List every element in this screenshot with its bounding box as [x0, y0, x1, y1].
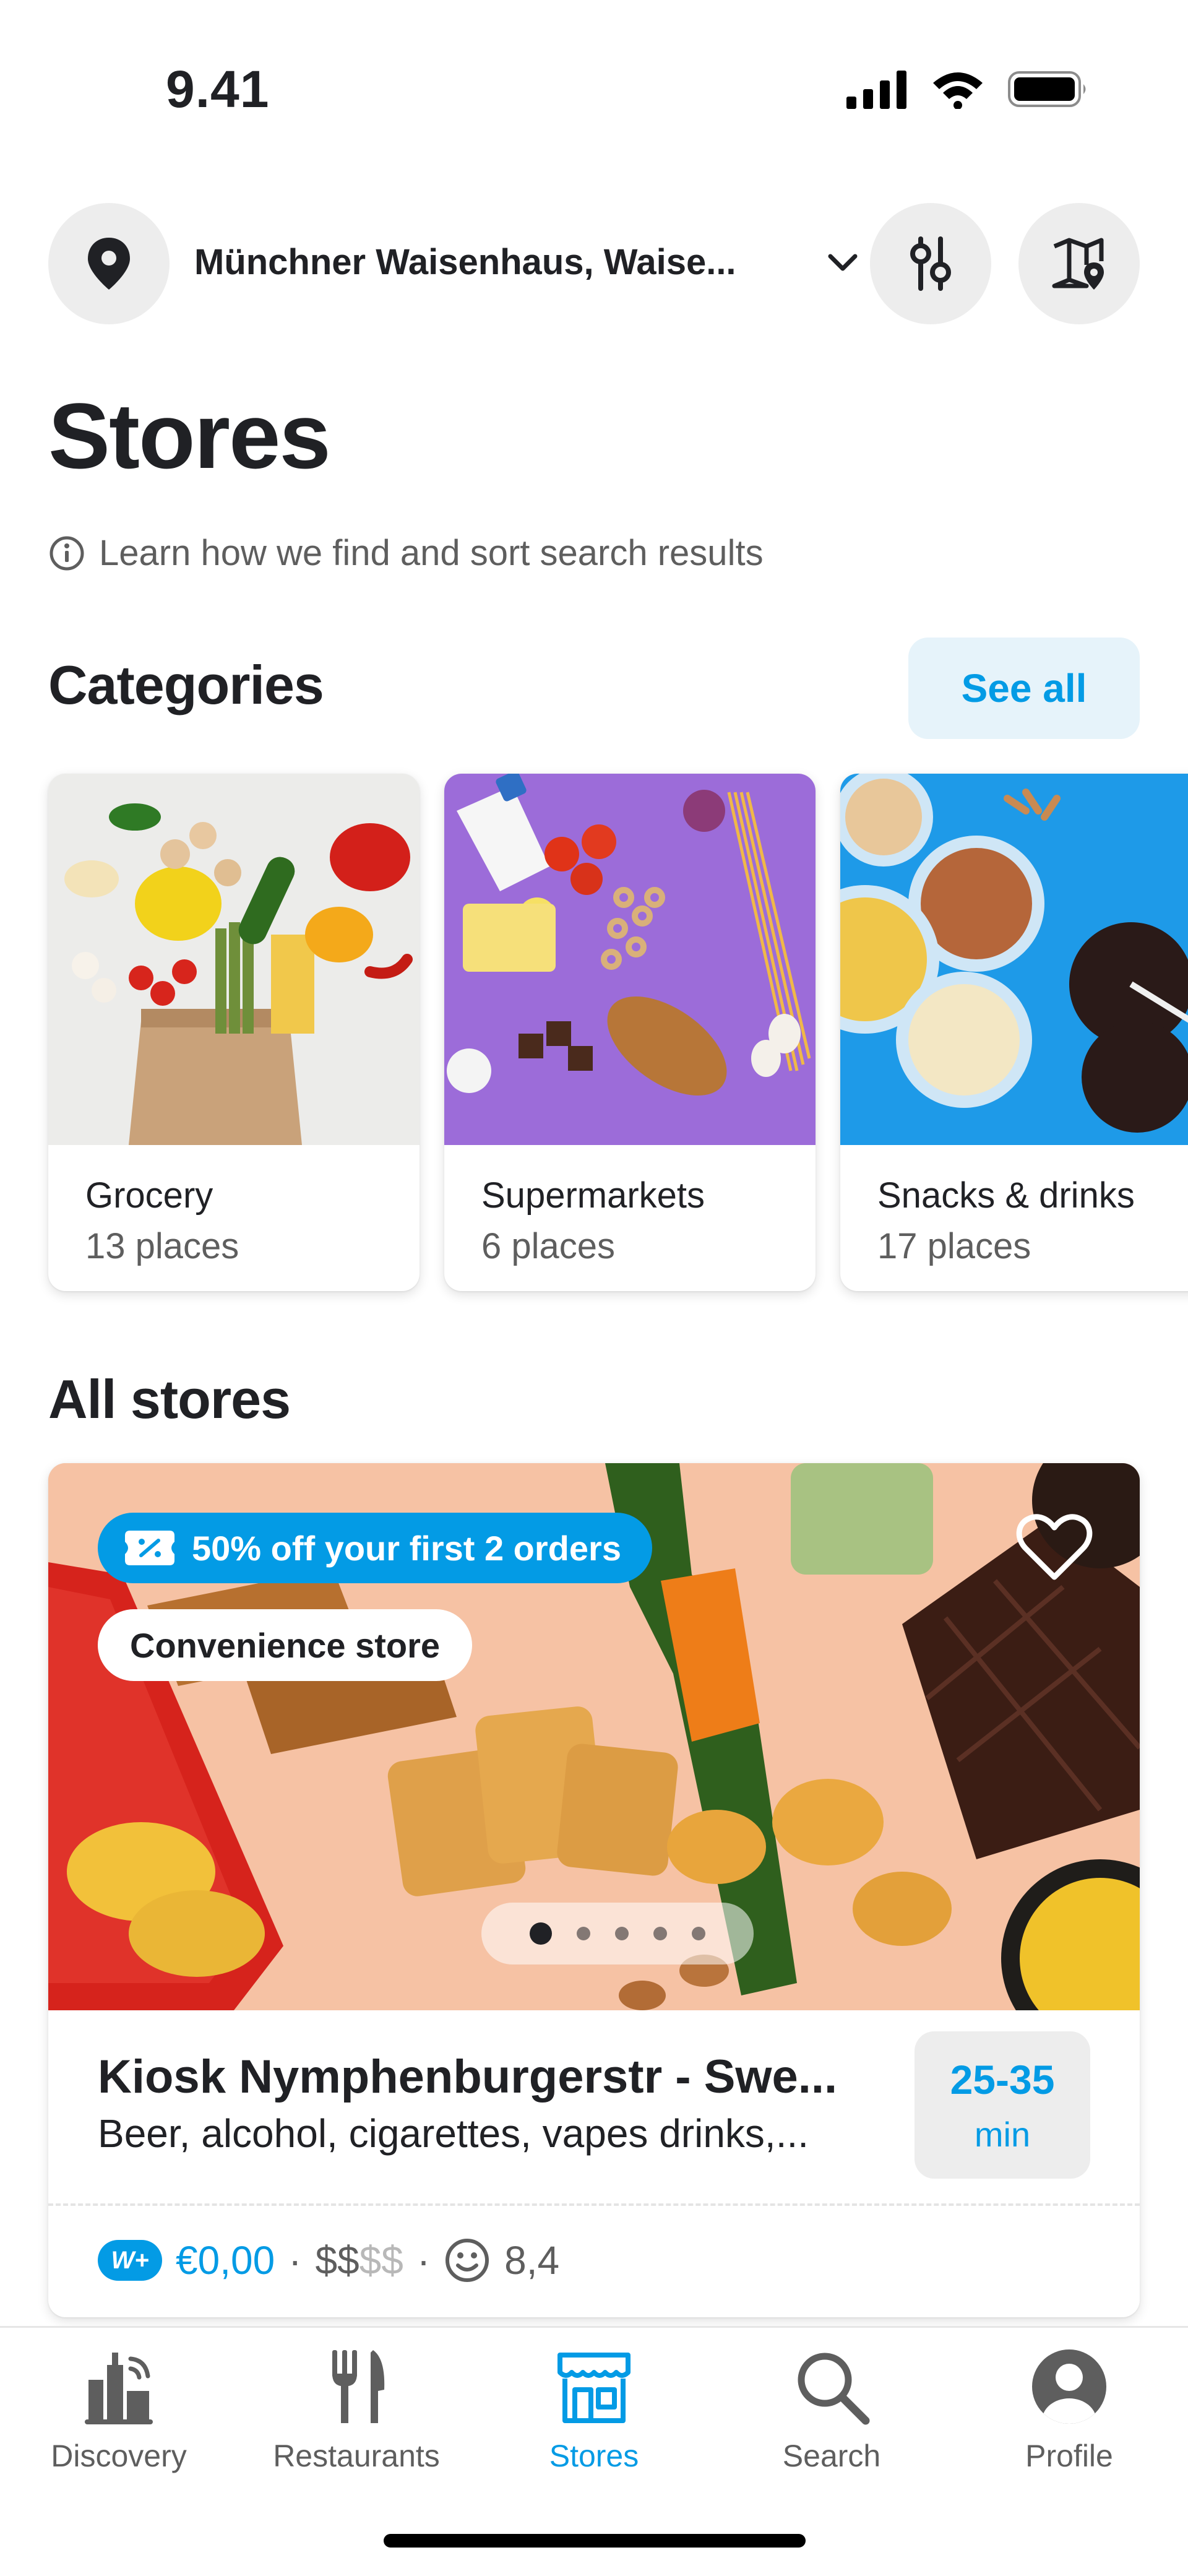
home-indicator: [384, 2534, 806, 2548]
eta-range: 25-35: [950, 2056, 1055, 2103]
carousel-dot[interactable]: [577, 1927, 590, 1940]
search-icon: [798, 2353, 870, 2425]
category-name: Snacks & drinks: [877, 1175, 1135, 1216]
status-time: 9.41: [166, 60, 270, 118]
nav-restaurants[interactable]: Restaurants: [238, 2346, 475, 2474]
nav-label: Profile: [1025, 2439, 1113, 2473]
store-tags: Beer, alcohol, cigarettes, vapes drinks,…: [98, 2111, 809, 2156]
category-card-grocery[interactable]: Grocery 13 places: [48, 774, 420, 1291]
eta-unit: min: [974, 2114, 1031, 2154]
discount-icon: [125, 1531, 174, 1565]
delivery-fee: €0,00: [176, 2238, 275, 2283]
see-all-button[interactable]: See all: [908, 638, 1140, 739]
nav-discovery[interactable]: Discovery: [0, 2346, 238, 2474]
store-meta: W+ €0,00 · $$$$ · 8,4: [98, 2237, 559, 2284]
category-card-snacks-drinks[interactable]: Snacks & drinks 17 places: [840, 774, 1188, 1291]
delivery-eta: 25-35 min: [915, 2031, 1090, 2179]
wifi-icon: [933, 72, 983, 109]
carousel-dot[interactable]: [692, 1927, 705, 1940]
store-card[interactable]: 50% off your first 2 orders Convenience …: [48, 1463, 1140, 2317]
carousel-dot[interactable]: [653, 1927, 667, 1940]
category-count: 6 places: [481, 1226, 616, 1266]
location-pin-icon: [88, 238, 130, 290]
store-image: 50% off your first 2 orders Convenience …: [48, 1463, 1140, 2010]
category-count: 13 places: [85, 1226, 239, 1266]
filter-sliders-icon: [910, 236, 951, 291]
carousel-dots[interactable]: [481, 1903, 754, 1964]
discovery-icon: [85, 2353, 153, 2424]
nav-profile[interactable]: Profile: [950, 2346, 1188, 2474]
promo-badge: 50% off your first 2 orders: [98, 1513, 652, 1583]
category-image-snacks-drinks: [840, 774, 1188, 1145]
carousel-dot[interactable]: [615, 1927, 629, 1940]
store-icon: [557, 2353, 631, 2423]
category-name: Grocery: [85, 1175, 213, 1216]
header-row: Münchner Waisenhaus, Waise...: [48, 203, 1140, 324]
carousel-dot[interactable]: [530, 1922, 552, 1945]
all-stores-title: All stores: [48, 1368, 291, 1430]
wolt-plus-badge: W+: [98, 2240, 162, 2281]
fork-knife-icon: [332, 2350, 385, 2423]
price-level: $$$$: [315, 2237, 403, 2283]
price-level-inactive: $$: [359, 2238, 403, 2283]
battery-icon: [1008, 71, 1086, 107]
store-rating: 8,4: [504, 2238, 560, 2283]
store-name: Kiosk Nymphenburgerstr - Swe...: [98, 2051, 838, 2103]
nav-label: Search: [782, 2439, 881, 2473]
smiley-icon: [446, 2239, 489, 2282]
promo-text: 50% off your first 2 orders: [192, 1528, 621, 1568]
heart-icon[interactable]: [1016, 1513, 1093, 1582]
nav-label: Stores: [549, 2439, 639, 2473]
divider: [48, 2203, 1140, 2206]
nav-label: Restaurants: [273, 2439, 440, 2473]
category-name: Supermarkets: [481, 1175, 705, 1216]
category-count: 17 places: [877, 1226, 1031, 1266]
info-icon: [50, 536, 84, 570]
filter-button[interactable]: [870, 203, 991, 324]
location-text[interactable]: Münchner Waisenhaus, Waise...: [194, 241, 736, 283]
separator: ·: [288, 2238, 302, 2283]
status-icons: [846, 69, 1089, 109]
nav-stores[interactable]: Stores: [475, 2346, 713, 2474]
store-type-badge: Convenience store: [98, 1609, 473, 1681]
signal-icon: [846, 71, 906, 109]
categories-title: Categories: [48, 654, 324, 715]
status-bar: 9.41: [0, 0, 1188, 155]
chevron-down-icon[interactable]: [825, 245, 860, 280]
location-button[interactable]: [48, 203, 170, 324]
category-image-supermarkets: [444, 774, 816, 1145]
price-level-active: $$: [315, 2238, 359, 2283]
separator: ·: [416, 2238, 431, 2283]
nav-label: Discovery: [51, 2439, 187, 2473]
category-image-grocery: [48, 774, 420, 1145]
info-text: Learn how we find and sort search result…: [99, 533, 764, 573]
profile-avatar-icon: [1032, 2349, 1106, 2424]
search-info-link[interactable]: Learn how we find and sort search result…: [48, 532, 764, 574]
nav-search[interactable]: Search: [713, 2346, 950, 2474]
map-icon: [1052, 238, 1104, 290]
category-card-supermarkets[interactable]: Supermarkets 6 places: [444, 774, 816, 1291]
map-button[interactable]: [1018, 203, 1140, 324]
page-title: Stores: [48, 384, 331, 488]
